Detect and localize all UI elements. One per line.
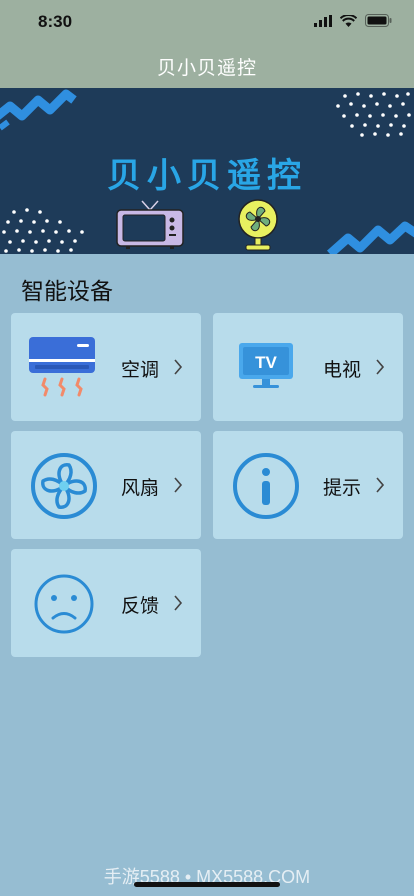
banner-title: 贝小贝遥控 bbox=[107, 156, 307, 196]
status-icons bbox=[314, 14, 392, 27]
section-title: 智能设备 bbox=[21, 279, 113, 305]
sad-face-icon bbox=[34, 574, 94, 634]
device-card-tv[interactable]: TV 电视 bbox=[213, 313, 403, 421]
air-conditioner-icon bbox=[29, 337, 95, 397]
banner: 贝小贝遥控 bbox=[0, 88, 414, 254]
signal-icon bbox=[314, 14, 332, 27]
chevron-right-icon bbox=[376, 359, 385, 375]
fan-illustration-icon bbox=[238, 199, 278, 251]
chevron-right-icon bbox=[376, 477, 385, 493]
battery-icon bbox=[365, 14, 392, 27]
device-card-fan[interactable]: 风扇 bbox=[11, 431, 201, 539]
device-card-label: 空调 bbox=[121, 359, 160, 381]
device-card-feedback[interactable]: 反馈 bbox=[11, 549, 201, 657]
info-icon bbox=[233, 453, 299, 519]
home-indicator bbox=[134, 882, 280, 887]
device-card-tips[interactable]: 提示 bbox=[213, 431, 403, 539]
svg-text:TV: TV bbox=[255, 353, 277, 372]
wifi-icon bbox=[340, 14, 357, 27]
chevron-right-icon bbox=[174, 477, 183, 493]
device-card-label: 提示 bbox=[323, 477, 362, 499]
tv-illustration-icon bbox=[116, 200, 184, 249]
nav-title: 贝小贝遥控 bbox=[156, 56, 257, 79]
device-card-label: 电视 bbox=[323, 359, 362, 381]
chevron-right-icon bbox=[174, 595, 183, 611]
chevron-right-icon bbox=[174, 359, 183, 375]
device-card-label: 反馈 bbox=[121, 595, 160, 617]
fan-icon bbox=[31, 453, 97, 519]
device-card-air-conditioner[interactable]: 空调 bbox=[11, 313, 201, 421]
status-bar: 8:30 bbox=[0, 0, 414, 44]
nav-bar: 贝小贝遥控 bbox=[0, 44, 414, 88]
status-time: 8:30 bbox=[38, 12, 73, 31]
tv-icon: TV bbox=[239, 343, 293, 388]
device-card-label: 风扇 bbox=[121, 477, 160, 499]
